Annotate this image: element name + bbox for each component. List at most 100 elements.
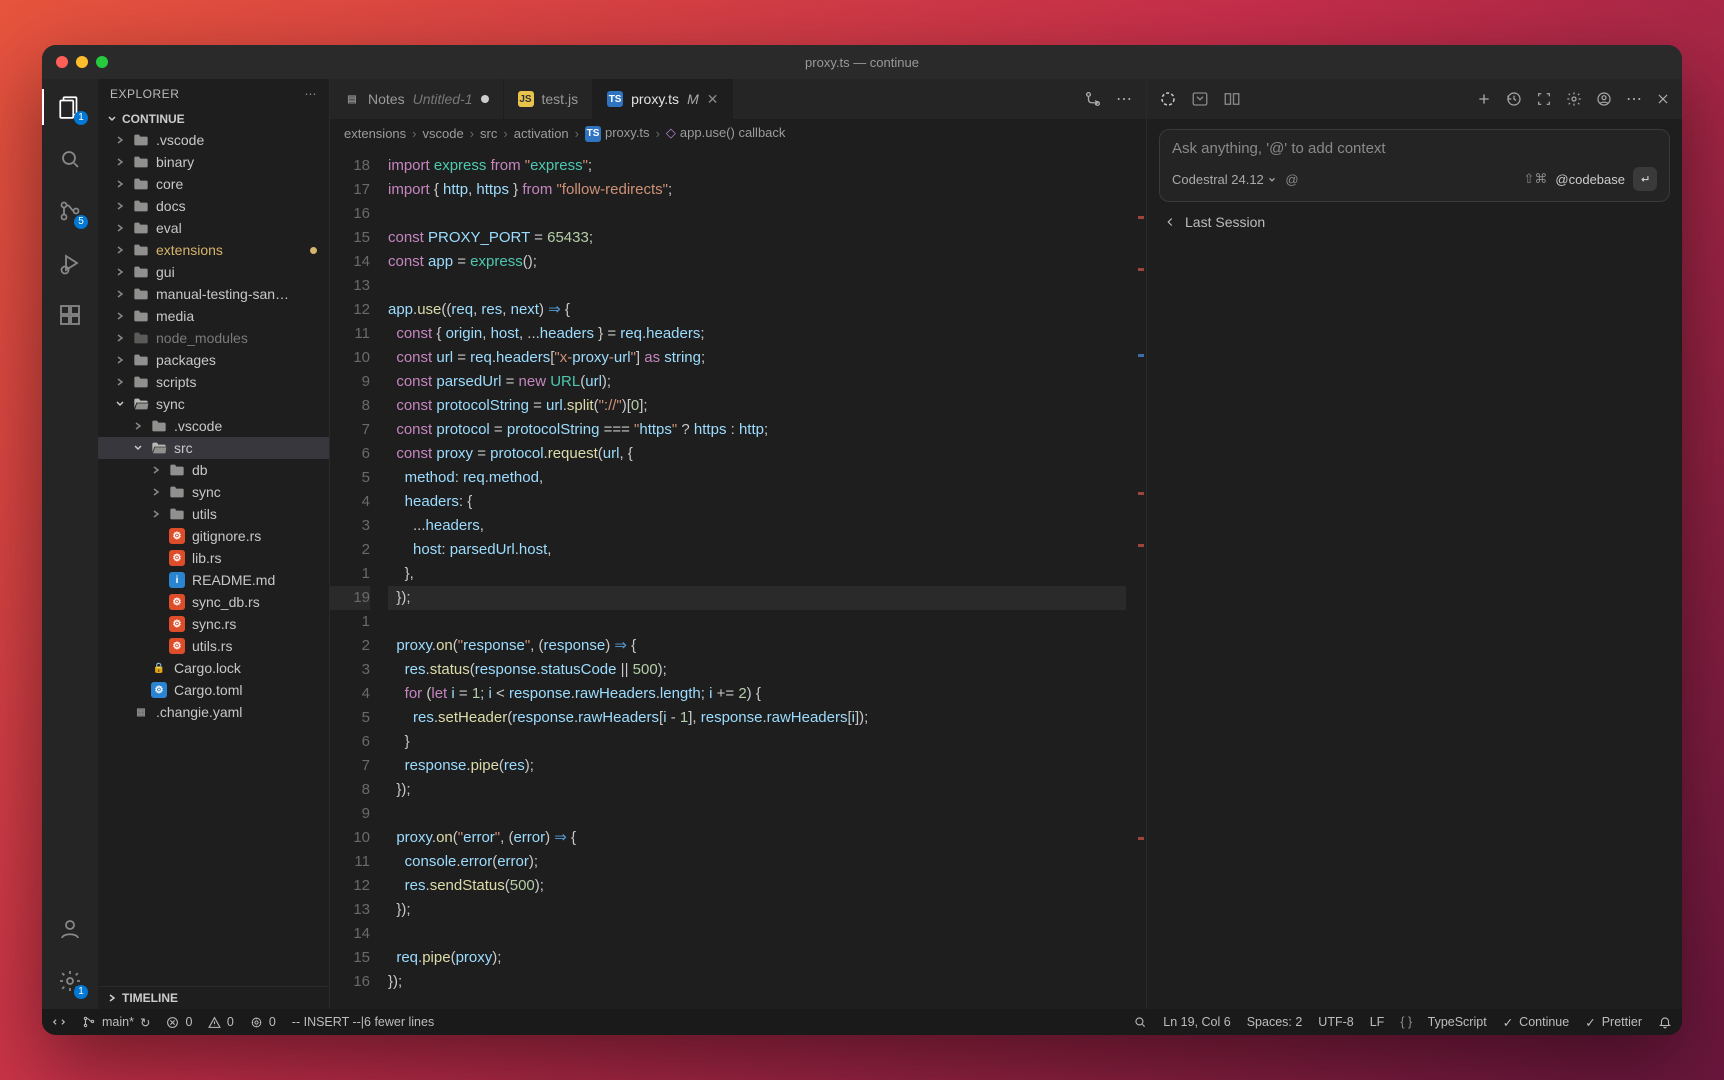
breadcrumb-item[interactable]: src — [480, 126, 497, 141]
last-session-link[interactable]: Last Session — [1147, 202, 1682, 242]
panel-more-icon[interactable]: ⋯ — [1626, 89, 1642, 109]
scm-activity[interactable]: 5 — [54, 195, 86, 227]
codebase-mention[interactable]: @codebase — [1555, 172, 1625, 187]
spaces-status[interactable]: Spaces: 2 — [1247, 1015, 1303, 1029]
tree-item-sync[interactable]: sync — [98, 481, 329, 503]
prettier-status[interactable]: Prettier — [1585, 1015, 1642, 1030]
breadcrumb-item[interactable]: extensions — [344, 126, 406, 141]
chat-placeholder: Ask anything, '@' to add context — [1172, 140, 1657, 157]
tree-item-sync-rs[interactable]: ⚙sync.rs — [98, 613, 329, 635]
panel-close-icon[interactable] — [1656, 92, 1670, 106]
tree-item-db[interactable]: db — [98, 459, 329, 481]
new-chat-icon[interactable] — [1476, 91, 1492, 107]
tree-item-src[interactable]: src — [98, 437, 329, 459]
close-window-button[interactable] — [56, 56, 68, 68]
encoding-status[interactable]: UTF-8 — [1318, 1015, 1353, 1029]
submit-button[interactable] — [1633, 167, 1657, 191]
tree-item-scripts[interactable]: scripts — [98, 371, 329, 393]
tree-item-label: manual-testing-san… — [156, 286, 289, 302]
tab-proxy-ts[interactable]: TSproxy.tsM✕ — [593, 79, 733, 119]
tree-item-node-modules[interactable]: node_modules — [98, 327, 329, 349]
tree-item-manual-testing-san-[interactable]: manual-testing-san… — [98, 283, 329, 305]
tab-test-js[interactable]: JStest.js — [504, 79, 594, 119]
tree-item-utils-rs[interactable]: ⚙utils.rs — [98, 635, 329, 657]
ports-status[interactable]: 0 — [250, 1015, 276, 1029]
folder-name: CONTINUE — [122, 112, 185, 126]
continue-logo-icon[interactable] — [1159, 90, 1177, 108]
tree-item-utils[interactable]: utils — [98, 503, 329, 525]
diff-icon[interactable] — [1223, 90, 1241, 108]
folder-icon — [169, 462, 185, 478]
continue-status[interactable]: Continue — [1503, 1015, 1570, 1030]
settings-activity[interactable]: 1 — [54, 965, 86, 997]
tree-item--vscode[interactable]: .vscode — [98, 415, 329, 437]
remote-button[interactable] — [52, 1015, 66, 1029]
folder-header[interactable]: CONTINUE — [98, 109, 329, 129]
tree-item-media[interactable]: media — [98, 305, 329, 327]
breadcrumb-item[interactable]: activation — [514, 126, 569, 141]
tree-item-label: packages — [156, 352, 216, 368]
folder-icon — [133, 374, 149, 390]
breadcrumbs[interactable]: extensions›vscode›src›activation›TSproxy… — [330, 119, 1146, 148]
timeline-header[interactable]: TIMELINE — [98, 986, 329, 1009]
tree-item-gitignore-rs[interactable]: ⚙gitignore.rs — [98, 525, 329, 547]
tree-item-packages[interactable]: packages — [98, 349, 329, 371]
cursor-pos[interactable]: Ln 19, Col 6 — [1163, 1015, 1230, 1029]
file-tree[interactable]: .vscodebinarycoredocsevalextensionsguima… — [98, 129, 329, 986]
continue-panel: ⋯ Ask anything, '@' to add context Codes… — [1146, 79, 1682, 1009]
tree-item-docs[interactable]: docs — [98, 195, 329, 217]
tree-item-core[interactable]: core — [98, 173, 329, 195]
rust-icon: ⚙ — [169, 528, 185, 544]
focus-icon[interactable] — [1536, 91, 1552, 107]
close-tab-icon[interactable]: ✕ — [707, 91, 719, 108]
at-button[interactable]: @ — [1285, 172, 1298, 187]
folder-icon — [133, 264, 149, 280]
bell-icon[interactable] — [1658, 1015, 1672, 1029]
minimize-window-button[interactable] — [76, 56, 88, 68]
minimap[interactable] — [1126, 148, 1146, 1009]
breadcrumb-item[interactable]: ◇app.use() callback — [666, 125, 786, 141]
compare-changes-icon[interactable] — [1084, 90, 1102, 108]
zoom-window-button[interactable] — [96, 56, 108, 68]
breadcrumb-item[interactable]: vscode — [423, 126, 464, 141]
search-activity[interactable] — [54, 143, 86, 175]
tree-item-sync[interactable]: sync — [98, 393, 329, 415]
tree-item--changie-yaml[interactable]: ▦.changie.yaml — [98, 701, 329, 723]
debug-activity[interactable] — [54, 247, 86, 279]
code-content[interactable]: import express from "express";import { h… — [380, 148, 1126, 1009]
tree-item-readme-md[interactable]: iREADME.md — [98, 569, 329, 591]
code-editor[interactable]: 1817161514131211109876543211912345678910… — [330, 148, 1146, 1009]
tree-item-cargo-toml[interactable]: ⚙Cargo.toml — [98, 679, 329, 701]
tree-item-lib-rs[interactable]: ⚙lib.rs — [98, 547, 329, 569]
tree-item-gui[interactable]: gui — [98, 261, 329, 283]
language-status[interactable]: { } TypeScript — [1400, 1015, 1486, 1029]
tree-item-eval[interactable]: eval — [98, 217, 329, 239]
tree-item-binary[interactable]: binary — [98, 151, 329, 173]
rust-icon: ⚙ — [169, 616, 185, 632]
zoom-icon[interactable] — [1133, 1015, 1147, 1029]
chat-input[interactable]: Ask anything, '@' to add context Codestr… — [1159, 129, 1670, 202]
tree-item-extensions[interactable]: extensions — [98, 239, 329, 261]
editor-more-icon[interactable]: ⋯ — [1116, 89, 1132, 109]
model-selector[interactable]: Codestral 24.12 — [1172, 172, 1277, 187]
problems-status[interactable]: 0 0 — [166, 1015, 233, 1029]
explorer-activity[interactable]: 1 — [54, 91, 86, 123]
scm-badge: 5 — [74, 215, 88, 229]
layout-icon[interactable] — [1191, 90, 1209, 108]
sidebar-more-button[interactable]: ⋯ — [305, 87, 318, 101]
profile-icon[interactable] — [1596, 91, 1612, 107]
eol-status[interactable]: LF — [1370, 1015, 1385, 1029]
extensions-activity[interactable] — [54, 299, 86, 331]
tab-bar: ▤NotesUntitled-1JStest.jsTSproxy.tsM✕ ⋯ — [330, 79, 1146, 119]
tree-item-cargo-lock[interactable]: 🔒Cargo.lock — [98, 657, 329, 679]
tab-notes[interactable]: ▤NotesUntitled-1 — [330, 79, 504, 119]
account-activity[interactable] — [54, 913, 86, 945]
settings-gear-icon[interactable] — [1566, 91, 1582, 107]
titlebar[interactable]: proxy.ts — continue — [42, 45, 1682, 79]
tree-item-sync-db-rs[interactable]: ⚙sync_db.rs — [98, 591, 329, 613]
history-icon[interactable] — [1506, 91, 1522, 107]
tree-item--vscode[interactable]: .vscode — [98, 129, 329, 151]
tab-label: test.js — [542, 91, 579, 107]
breadcrumb-item[interactable]: TSproxy.ts — [585, 125, 650, 142]
branch-status[interactable]: main* ↻ — [82, 1015, 150, 1030]
